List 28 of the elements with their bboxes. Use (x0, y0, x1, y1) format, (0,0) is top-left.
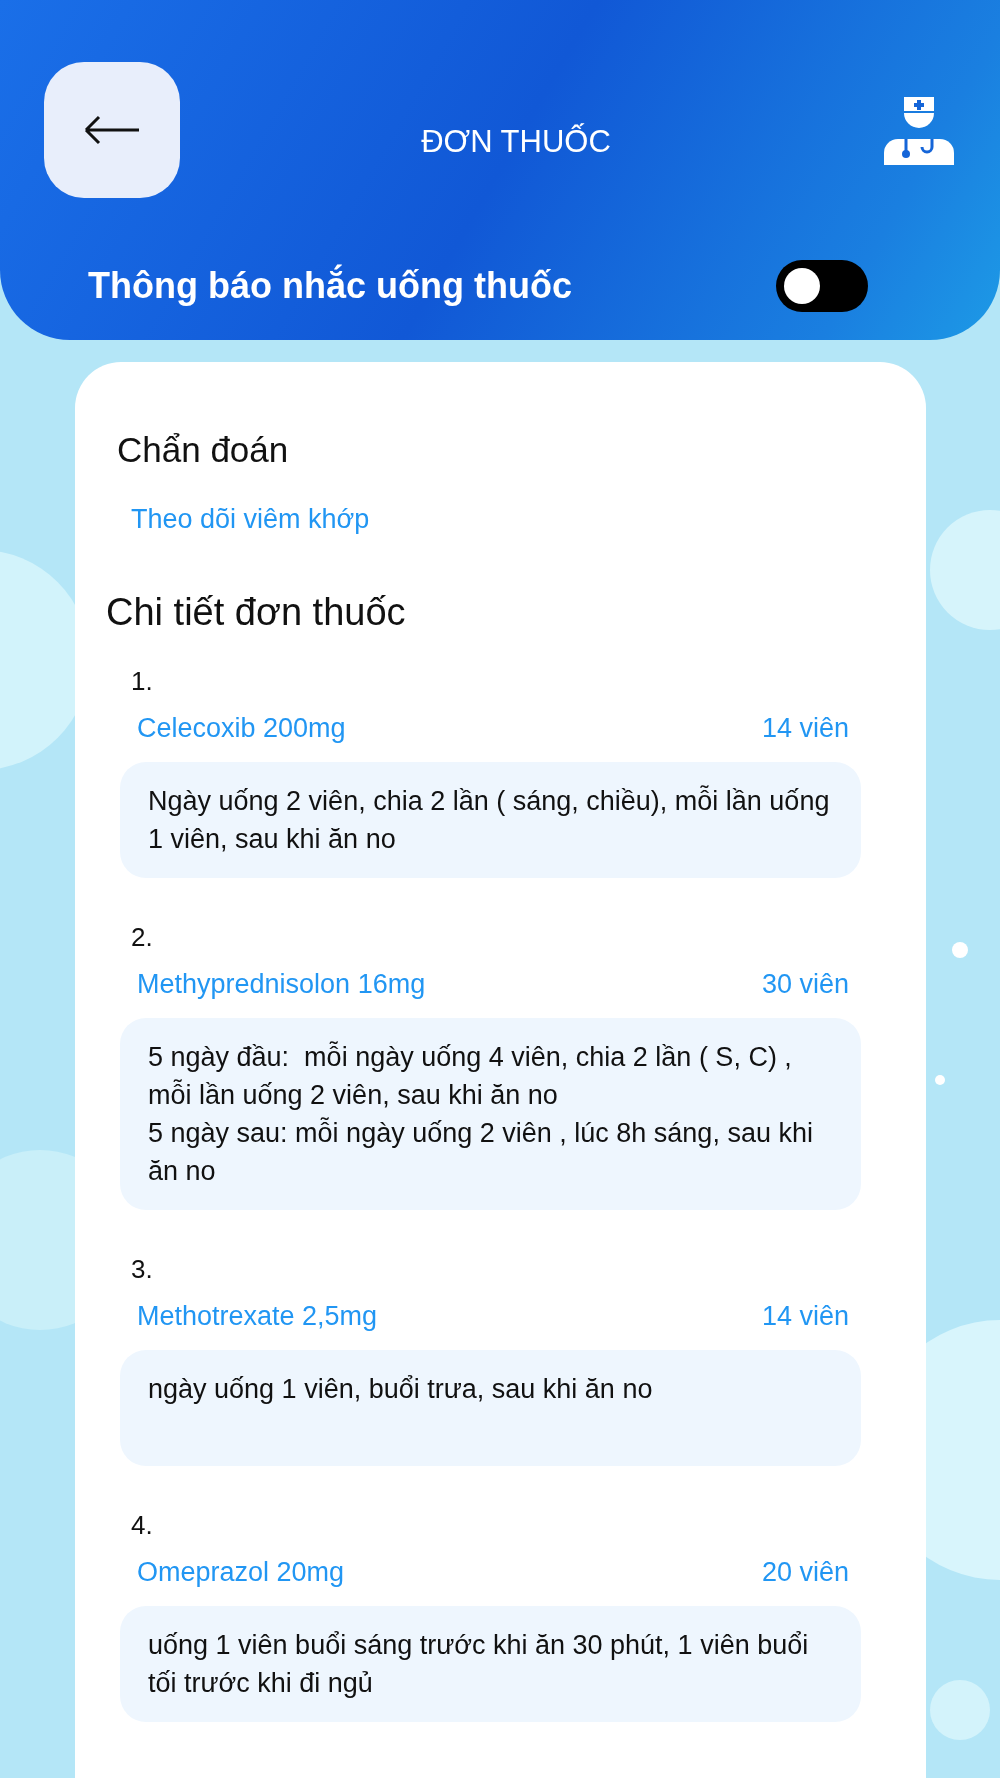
back-arrow-icon (83, 115, 141, 145)
drug-quantity: 30 viên (761, 969, 849, 1000)
back-button[interactable] (44, 62, 180, 198)
reminder-label: Thông báo nhắc uống thuốc (88, 265, 572, 307)
drug-name: Omeprazol 20mg (137, 1557, 345, 1588)
screen-title: ĐƠN THUỐC (421, 124, 611, 160)
drug-quantity: 14 viên (761, 1301, 849, 1332)
diagnosis-heading: Chẩn đoán (117, 430, 290, 470)
doctor-icon[interactable] (882, 95, 956, 165)
dosage-instructions: 5 ngày đầu: mỗi ngày uống 4 viên, chia 2 lần ( S, C) , mỗi lần uống 2 viên, sau khi ăn no 5 ngày sau: mỗi ngày uống 2 viên , lúc 8h sáng, sau khi ăn no (120, 1018, 861, 1210)
background-circle (930, 1680, 990, 1740)
sparkle-dot (935, 1075, 945, 1085)
drug-name: Methyprednisolon 16mg (137, 969, 426, 1000)
prescription-heading: Chi tiết đơn thuốc (106, 591, 407, 634)
sparkle-dot (952, 942, 968, 958)
dosage-instructions: ngày uống 1 viên, buổi trưa, sau khi ăn no (120, 1350, 861, 1466)
item-number: 2. (131, 922, 154, 953)
reminder-toggle[interactable] (776, 260, 868, 312)
drug-name: Methotrexate 2,5mg (137, 1301, 378, 1332)
item-number: 4. (131, 1510, 154, 1541)
drug-name: Celecoxib 200mg (137, 713, 346, 744)
dosage-instructions: Ngày uống 2 viên, chia 2 lần ( sáng, chiều), mỗi lần uống 1 viên, sau khi ăn no (120, 762, 861, 878)
dosage-instructions: uống 1 viên buổi sáng trước khi ăn 30 phút, 1 viên buổi tối trước khi đi ngủ (120, 1606, 861, 1722)
diagnosis-text: Theo dõi viêm khớp (131, 504, 371, 535)
drug-quantity: 14 viên (761, 713, 849, 744)
item-number: 3. (131, 1254, 154, 1285)
item-number: 1. (131, 666, 154, 697)
drug-quantity: 20 viên (761, 1557, 849, 1588)
